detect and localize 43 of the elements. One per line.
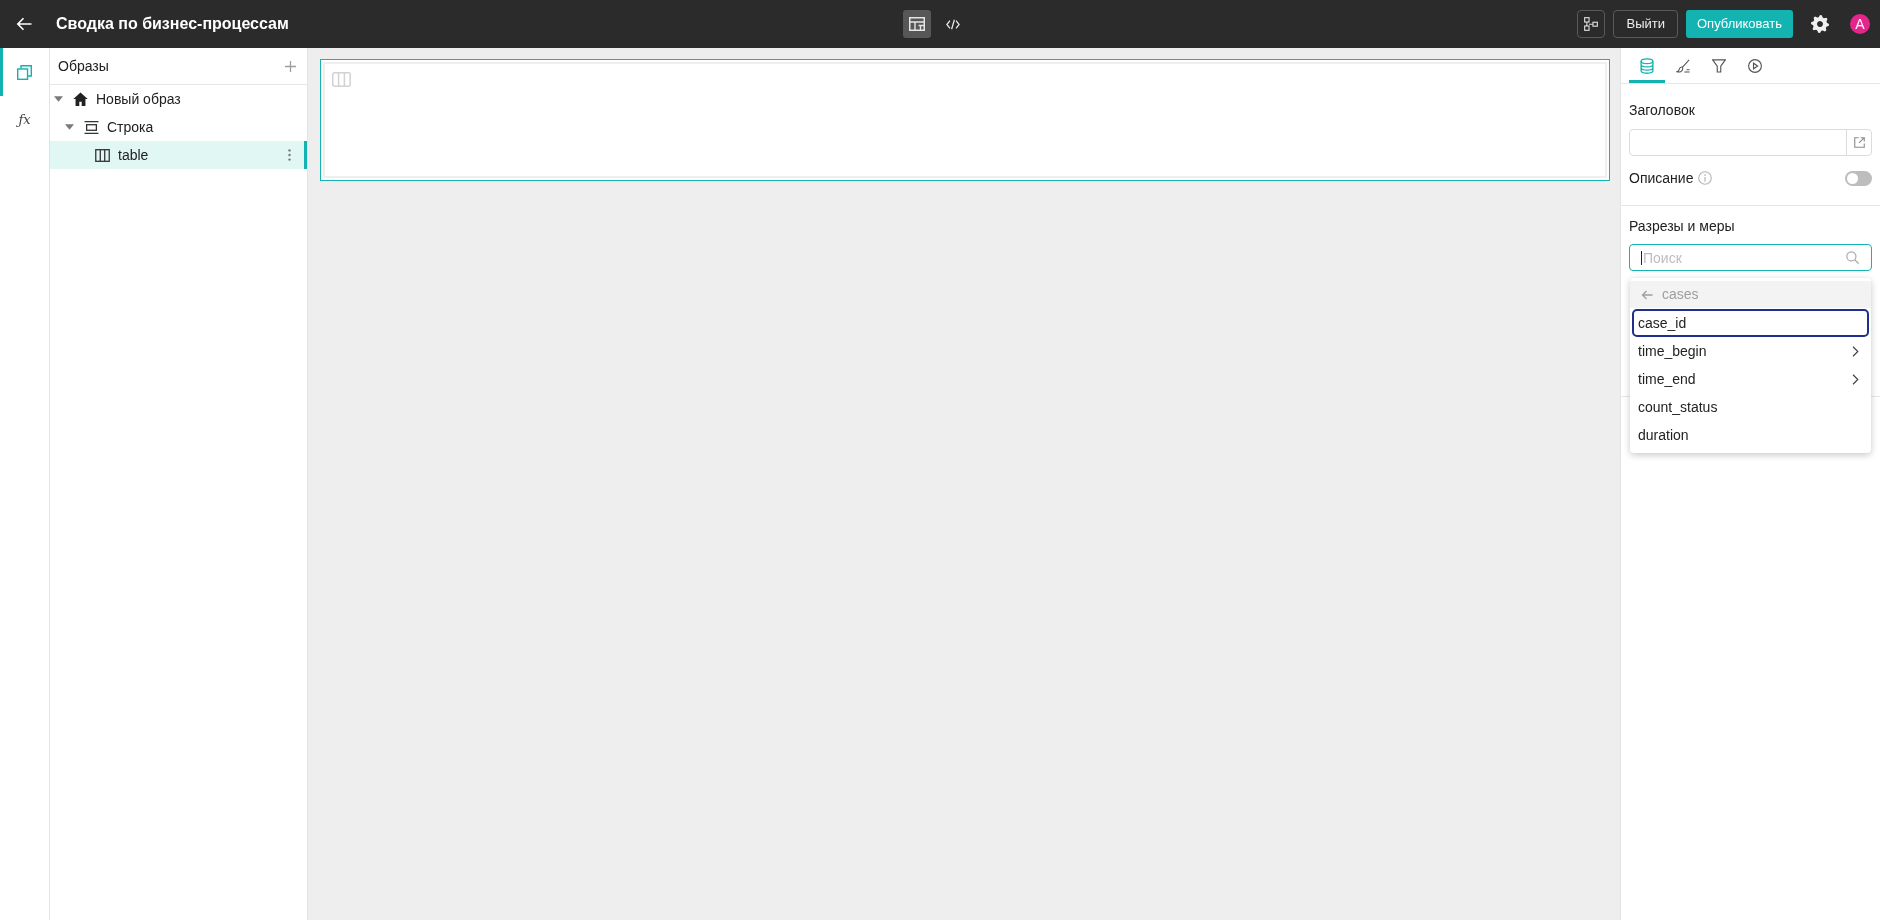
dropdown-item[interactable]: case_id [1632, 309, 1869, 337]
chevron-right-icon[interactable] [1852, 345, 1859, 357]
formula-tab[interactable]: ƒx [0, 96, 49, 144]
pages-icon [17, 64, 32, 80]
chevron-right-icon[interactable] [1852, 373, 1859, 385]
search-icon[interactable] [1846, 251, 1859, 264]
settings-icon[interactable] [1811, 15, 1829, 33]
caret-down-icon[interactable] [53, 96, 63, 102]
layout-icon [909, 17, 925, 31]
home-icon [73, 92, 88, 106]
dropdown-item[interactable]: count_status [1632, 393, 1869, 421]
back-arrow-icon[interactable] [16, 17, 32, 31]
tree-item[interactable]: Строка [50, 113, 307, 141]
more-icon[interactable] [288, 149, 291, 161]
row-layout-icon [84, 120, 99, 134]
funnel-icon [1712, 58, 1726, 73]
layout-view-button[interactable] [903, 10, 931, 38]
dropdown-item[interactable]: time_begin [1632, 337, 1869, 365]
toggle-switch[interactable] [1845, 170, 1872, 186]
tree-item[interactable]: table [50, 141, 307, 169]
search-field[interactable]: Поиск [1629, 244, 1872, 271]
field-label: Заголовок [1629, 101, 1696, 120]
play-icon [1748, 58, 1762, 73]
dropdown-item[interactable]: time_end [1632, 365, 1869, 393]
structure-button[interactable] [1577, 10, 1606, 38]
exit-button[interactable]: Выйти [1613, 10, 1678, 38]
diagram-icon [1584, 17, 1599, 31]
caret-down-icon[interactable] [64, 124, 74, 130]
brush-icon [1676, 58, 1690, 73]
back-arrow-icon [1641, 289, 1653, 300]
add-icon[interactable] [285, 60, 296, 72]
panel-title: Образы [58, 56, 109, 76]
dropdown-item[interactable]: duration [1632, 421, 1869, 449]
code-icon [946, 18, 960, 30]
tree-item[interactable]: Новый образ [50, 85, 307, 113]
section-label: Разрезы и меры [1629, 217, 1736, 236]
text-cursor [1641, 251, 1642, 265]
field-label: Описание [1629, 169, 1694, 188]
database-icon [1640, 57, 1654, 74]
table-icon [332, 72, 351, 87]
table-icon [95, 148, 110, 162]
page-title: Сводка по бизнес-процессам [56, 14, 289, 34]
user-avatar[interactable]: A [1850, 14, 1870, 34]
